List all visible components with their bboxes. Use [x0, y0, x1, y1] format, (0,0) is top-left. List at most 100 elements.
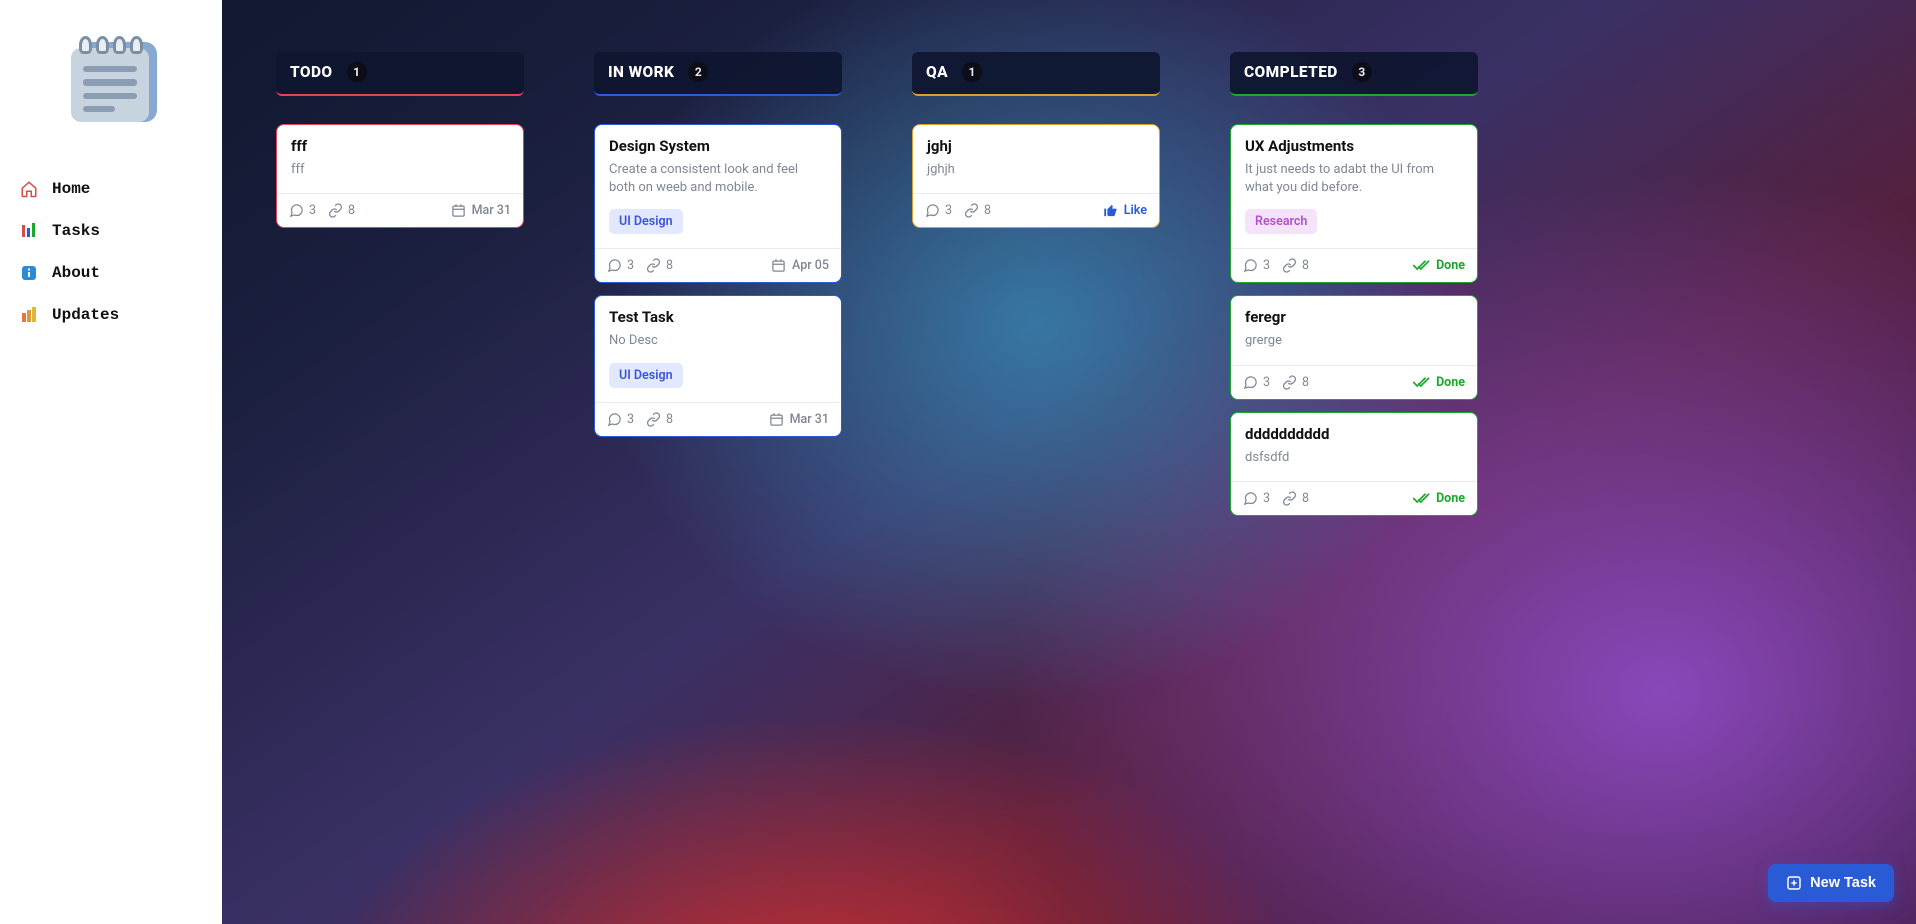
comment-icon — [1243, 258, 1258, 273]
card-footer: 38 Apr 05 — [595, 248, 841, 282]
calendar-icon — [769, 412, 784, 427]
cards-list: UX AdjustmentsIt just needs to adabt the… — [1230, 124, 1478, 516]
link-icon — [1282, 491, 1297, 506]
cards-list: Design System Create a consistent look an… — [594, 124, 842, 437]
new-task-label: New Task — [1810, 875, 1876, 891]
card-comments[interactable]: 3 — [1243, 258, 1270, 273]
column-title: IN WORK — [608, 63, 674, 81]
card-done: Done — [1413, 375, 1465, 390]
card-title: jghj — [927, 137, 1145, 155]
column-header: IN WORK 2 — [594, 52, 842, 96]
board-area: TODO1ffffff38Mar 31IN WORK2Design System… — [222, 0, 1916, 924]
card-like[interactable]: Like — [1103, 203, 1147, 218]
cards-list: fff fff 38 Mar 31 — [276, 124, 524, 228]
logo — [20, 30, 202, 122]
column-count-badge: 3 — [1352, 62, 1372, 82]
link-icon — [646, 258, 661, 273]
card-footer: 38 Done — [1231, 481, 1477, 515]
task-card[interactable]: Design System Create a consistent look an… — [594, 124, 842, 283]
card-due-date: Mar 31 — [451, 203, 511, 218]
plus-square-icon — [1786, 875, 1802, 891]
nav-label: Tasks — [52, 222, 100, 240]
link-icon — [964, 203, 979, 218]
card-comments[interactable]: 3 — [1243, 491, 1270, 506]
nav-updates[interactable]: Updates — [20, 306, 202, 324]
calendar-icon — [771, 258, 786, 273]
column-qa: QA1jghjjghjh38Like — [912, 52, 1160, 228]
card-footer: 38 Done — [1231, 365, 1477, 399]
card-title: feregr — [1245, 308, 1463, 326]
task-card[interactable]: Test TaskNo DescUI Design38Mar 31 — [594, 295, 842, 436]
comment-icon — [1243, 491, 1258, 506]
card-links[interactable]: 8 — [1282, 258, 1309, 273]
card-comments[interactable]: 3 — [607, 412, 634, 427]
card-desc: dsfsdfd — [1245, 449, 1463, 467]
info-icon — [20, 264, 38, 282]
card-links[interactable]: 8 — [1282, 491, 1309, 506]
column-header: QA 1 — [912, 52, 1160, 96]
card-footer: 38 Mar 31 — [277, 193, 523, 227]
column-count-badge: 1 — [347, 62, 367, 82]
column-completed: COMPLETED3UX AdjustmentsIt just needs to… — [1230, 52, 1478, 516]
card-desc: fff — [291, 161, 509, 179]
card-title: UX Adjustments — [1245, 137, 1463, 155]
kanban-board: TODO1ffffff38Mar 31IN WORK2Design System… — [222, 0, 1916, 636]
comment-icon — [925, 203, 940, 218]
column-inwork: IN WORK 2 Design System Create a consistent… — [594, 52, 842, 437]
nav-tasks[interactable]: Tasks — [20, 222, 202, 240]
task-card[interactable]: dddddddddd dsfsdfd 38 Done — [1230, 412, 1478, 516]
card-desc: Create a consistent look and feel both o… — [609, 161, 827, 197]
card-tag: Research — [1245, 209, 1317, 234]
task-card[interactable]: UX AdjustmentsIt just needs to adabt the… — [1230, 124, 1478, 283]
column-title: COMPLETED — [1244, 63, 1338, 81]
calendar-icon — [451, 203, 466, 218]
card-links[interactable]: 8 — [646, 412, 673, 427]
task-card[interactable]: jghjjghjh38Like — [912, 124, 1160, 228]
card-comments[interactable]: 3 — [1243, 375, 1270, 390]
card-comments[interactable]: 3 — [607, 258, 634, 273]
sidebar-nav: Home Tasks About Updates — [20, 180, 202, 324]
task-card[interactable]: fff fff 38 Mar 31 — [276, 124, 524, 228]
card-desc: No Desc — [609, 332, 827, 350]
tasks-icon — [20, 222, 38, 240]
column-title: QA — [926, 63, 948, 81]
card-title: Design System — [609, 137, 827, 155]
card-comments[interactable]: 3 — [289, 203, 316, 218]
updates-icon — [20, 306, 38, 324]
link-icon — [1282, 258, 1297, 273]
card-due-date: Mar 31 — [769, 412, 829, 427]
comment-icon — [607, 412, 622, 427]
check-done-icon — [1413, 376, 1430, 389]
card-footer: 38 Like — [913, 193, 1159, 227]
card-title: dddddddddd — [1245, 425, 1463, 443]
column-header: TODO1 — [276, 52, 524, 96]
card-tag: UI Design — [609, 209, 683, 234]
comment-icon — [289, 203, 304, 218]
card-done: Done — [1413, 491, 1465, 506]
task-card[interactable]: feregrgrerge38Done — [1230, 295, 1478, 399]
link-icon — [1282, 375, 1297, 390]
nav-home[interactable]: Home — [20, 180, 202, 198]
card-comments[interactable]: 3 — [925, 203, 952, 218]
card-footer: 38Done — [1231, 248, 1477, 282]
card-title: fff — [291, 137, 509, 155]
card-links[interactable]: 8 — [1282, 375, 1309, 390]
sidebar: Home Tasks About Updates — [0, 0, 222, 924]
column-todo: TODO1 fff fff 38 Mar 31 — [276, 52, 524, 228]
nav-about[interactable]: About — [20, 264, 202, 282]
column-header: COMPLETED 3 — [1230, 52, 1478, 96]
column-count-badge: 2 — [688, 62, 708, 82]
link-icon — [646, 412, 661, 427]
comment-icon — [1243, 375, 1258, 390]
nav-label: About — [52, 264, 100, 282]
card-footer: 38 Mar 31 — [595, 402, 841, 436]
card-links[interactable]: 8 — [964, 203, 991, 218]
home-icon — [20, 180, 38, 198]
card-links[interactable]: 8 — [646, 258, 673, 273]
card-due-date: Apr 05 — [771, 258, 829, 273]
card-links[interactable]: 8 — [328, 203, 355, 218]
column-count-badge: 1 — [962, 62, 982, 82]
check-done-icon — [1413, 259, 1430, 272]
new-task-button[interactable]: New Task — [1768, 864, 1894, 902]
check-done-icon — [1413, 492, 1430, 505]
